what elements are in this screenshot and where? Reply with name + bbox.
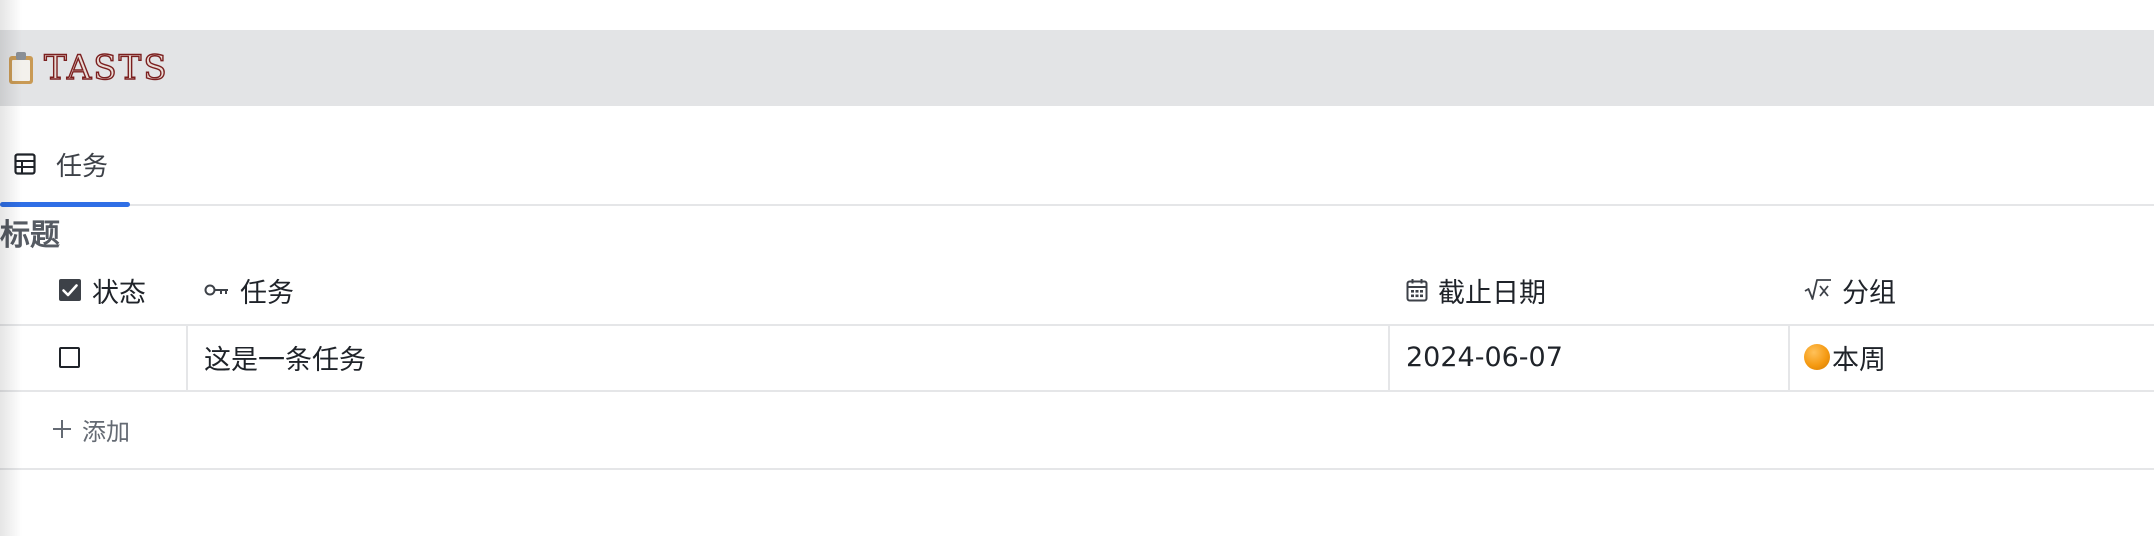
due-date-cell[interactable]: 2024-06-07 (1406, 324, 1563, 390)
section-title: 标题 (0, 218, 60, 253)
column-header-due-date[interactable]: 截止日期 (1406, 256, 1546, 324)
column-divider (186, 324, 188, 390)
column-divider (1788, 324, 1790, 390)
column-label: 任务 (240, 277, 294, 309)
plus-icon (53, 420, 71, 438)
status-checkbox[interactable] (59, 346, 80, 368)
table-header: 状态 任务 截止日期 分组 (0, 256, 2154, 326)
add-row: 添加 (0, 390, 2154, 470)
tab-label: 任务 (56, 151, 109, 182)
clipboard-icon[interactable] (8, 52, 34, 84)
add-record-label: 添加 (82, 417, 130, 446)
column-label: 分组 (1842, 277, 1896, 309)
view-tab-bar: 任务 (0, 124, 2154, 207)
database-title[interactable]: TASTS (43, 47, 169, 88)
tab-tasks[interactable]: 任务 (0, 124, 130, 207)
calendar-icon (1406, 279, 1428, 302)
group-label: 本周 (1832, 344, 1886, 376)
column-label: 状态 (92, 277, 146, 309)
checkbox-checked-icon (59, 279, 81, 301)
column-header-status[interactable]: 状态 (58, 256, 146, 324)
database-header: TASTS (0, 30, 2154, 106)
active-tab-indicator (0, 202, 130, 207)
orange-circle-icon (1804, 344, 1830, 370)
table-icon (14, 153, 36, 175)
task-cell[interactable]: 这是一条任务 (204, 324, 366, 390)
add-record-button[interactable]: 添加 (52, 390, 130, 468)
table-row[interactable]: 这是一条任务 2024-06-07 本周 (0, 324, 2154, 392)
key-icon (204, 284, 228, 296)
group-cell[interactable]: 本周 (1804, 324, 1886, 390)
column-divider (1388, 324, 1390, 390)
column-label: 截止日期 (1438, 277, 1546, 309)
column-header-task[interactable]: 任务 (204, 256, 294, 324)
status-cell[interactable] (59, 324, 80, 390)
formula-icon (1804, 279, 1831, 300)
column-header-group[interactable]: 分组 (1804, 256, 1896, 324)
